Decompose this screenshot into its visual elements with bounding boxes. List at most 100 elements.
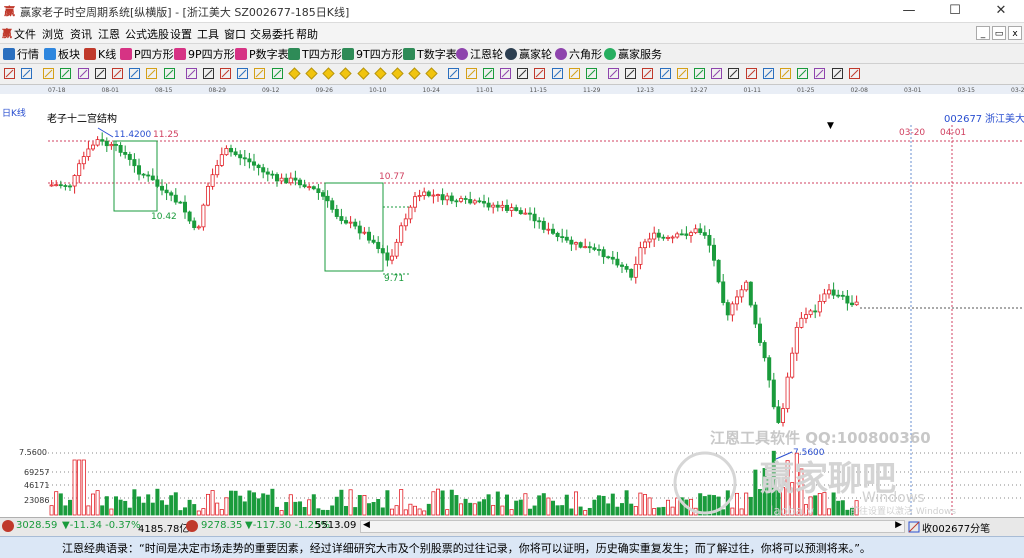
- candle-body: [592, 247, 597, 250]
- p-table-button[interactable]: P数字表: [235, 46, 289, 61]
- plot-icon[interactable]: [745, 67, 758, 80]
- hand-icon[interactable]: [447, 67, 460, 80]
- diamond-icon[interactable]: [356, 67, 370, 80]
- kline-chart[interactable]: 07-18 08-01 08-15 08-29 09-12 09-26 10-10 10-24…: [0, 85, 1024, 517]
- quote-button[interactable]: 行情: [3, 46, 39, 61]
- sz-index[interactable]: 9278.35: [201, 520, 242, 531]
- diamond-icon[interactable]: [391, 67, 404, 80]
- help-icon[interactable]: [831, 67, 844, 80]
- scroll-right-icon[interactable]: ▶: [895, 520, 902, 530]
- diamond-icon[interactable]: [288, 67, 301, 80]
- menu-window[interactable]: 窗口: [224, 26, 246, 42]
- candle-body: [739, 289, 744, 298]
- wave2-icon[interactable]: [813, 67, 826, 80]
- maximize-button[interactable]: ☐: [932, 0, 978, 22]
- menu-trade[interactable]: 交易委托: [250, 26, 294, 42]
- sector-button[interactable]: 板块: [44, 46, 80, 61]
- winner-wheel-button[interactable]: 赢家轮: [505, 46, 552, 61]
- diamond-icon[interactable]: [374, 67, 387, 80]
- select-icon[interactable]: [163, 67, 176, 80]
- square-icon[interactable]: [111, 67, 124, 80]
- ticks-label[interactable]: 收002677分笔: [922, 520, 990, 535]
- 9p-square-button[interactable]: 9P四方形: [174, 46, 235, 61]
- axis-icon[interactable]: [710, 67, 723, 80]
- calendar-icon[interactable]: [42, 67, 55, 80]
- kline-button[interactable]: K线: [84, 46, 116, 61]
- close-button[interactable]: ✕: [978, 0, 1024, 22]
- p-square-button[interactable]: P四方形: [120, 46, 174, 61]
- volume-bar: [670, 506, 675, 516]
- sh-index[interactable]: 3028.59: [16, 520, 57, 531]
- mdi-restore-button[interactable]: ▭: [992, 26, 1006, 40]
- grid-icon[interactable]: [482, 67, 495, 80]
- candle-body: [95, 139, 100, 146]
- diamond-icon[interactable]: [322, 67, 335, 80]
- right-icon[interactable]: [271, 67, 284, 80]
- diamond-icon[interactable]: [425, 67, 439, 80]
- chart-icon[interactable]: [533, 67, 546, 80]
- play-icon[interactable]: [202, 67, 215, 80]
- scroll-left-icon[interactable]: ◀: [363, 520, 370, 530]
- circle-icon[interactable]: [727, 67, 740, 80]
- menu-settings[interactable]: 设置: [170, 26, 192, 42]
- candle-body: [136, 165, 141, 175]
- minimize-button[interactable]: —: [886, 0, 932, 22]
- menu-file[interactable]: 文件: [14, 26, 36, 42]
- back-icon[interactable]: [219, 67, 232, 80]
- candle-body: [247, 158, 252, 163]
- arrow-icon[interactable]: [128, 67, 141, 80]
- menu-help[interactable]: 帮助: [296, 26, 318, 42]
- spiral-icon[interactable]: [499, 67, 512, 80]
- fork-icon[interactable]: [94, 67, 107, 80]
- box-icon[interactable]: [516, 67, 529, 80]
- calc-icon[interactable]: [551, 67, 564, 80]
- menu-gann[interactable]: 江恩: [98, 26, 120, 42]
- hexagon-button[interactable]: 六角形: [555, 46, 602, 61]
- zoom-icon[interactable]: [465, 67, 478, 80]
- diamond-icon[interactable]: [408, 67, 421, 80]
- fan-icon[interactable]: [77, 67, 90, 80]
- ratio-icon[interactable]: [796, 67, 809, 80]
- volume-bar: [54, 491, 59, 516]
- volume-bar: [210, 490, 215, 516]
- mdi-close-button[interactable]: x: [1008, 26, 1022, 40]
- service-button[interactable]: 赢家服务: [604, 46, 662, 61]
- t-square-button[interactable]: T四方形: [288, 46, 342, 61]
- info-icon[interactable]: [848, 67, 861, 80]
- mdi-minimize-button[interactable]: _: [976, 26, 990, 40]
- cycle-icon[interactable]: [59, 67, 72, 80]
- vol-tick-3: 46171: [24, 481, 49, 490]
- menu-formula[interactable]: 公式选股: [125, 26, 169, 42]
- line-icon[interactable]: [693, 67, 706, 80]
- menu-browse[interactable]: 浏览: [42, 26, 64, 42]
- gann-quote: 江恩经典语录：“时间是决定市场走势的重要因素，经过详细研究大市及个别股票的过往记…: [62, 542, 871, 555]
- wave-icon[interactable]: [676, 67, 689, 80]
- fib-icon[interactable]: [641, 67, 654, 80]
- save-icon[interactable]: [568, 67, 581, 80]
- menu-tools[interactable]: 工具: [197, 26, 219, 42]
- left-icon[interactable]: [253, 67, 266, 80]
- forward-icon[interactable]: [236, 67, 249, 80]
- volume-bar: [661, 506, 666, 516]
- menu-info[interactable]: 资讯: [70, 26, 92, 42]
- flag-icon[interactable]: [185, 67, 198, 80]
- period-icon[interactable]: [20, 67, 33, 80]
- candle-body: [495, 204, 500, 208]
- candle-body: [546, 228, 551, 231]
- 9t-square-button[interactable]: 9T四方形: [342, 46, 403, 61]
- t-table-button[interactable]: T数字表: [403, 46, 457, 61]
- print-icon[interactable]: [585, 67, 598, 80]
- table-icon[interactable]: [607, 67, 620, 80]
- percent-icon[interactable]: [659, 67, 672, 80]
- sz-logo-icon: [186, 520, 198, 532]
- diamond-icon[interactable]: [305, 67, 318, 80]
- dropdown-arrow-icon[interactable]: ▼: [827, 121, 834, 131]
- bar-icon[interactable]: [624, 67, 637, 80]
- status-scrollbar[interactable]: ◀ ▶: [360, 520, 905, 533]
- window-icon[interactable]: [3, 67, 16, 80]
- diamond-icon[interactable]: [339, 67, 353, 80]
- fan2-icon[interactable]: [779, 67, 792, 80]
- gann-wheel-button[interactable]: 江恩轮: [456, 46, 503, 61]
- zero-icon[interactable]: [145, 67, 158, 80]
- gann-icon[interactable]: [762, 67, 775, 80]
